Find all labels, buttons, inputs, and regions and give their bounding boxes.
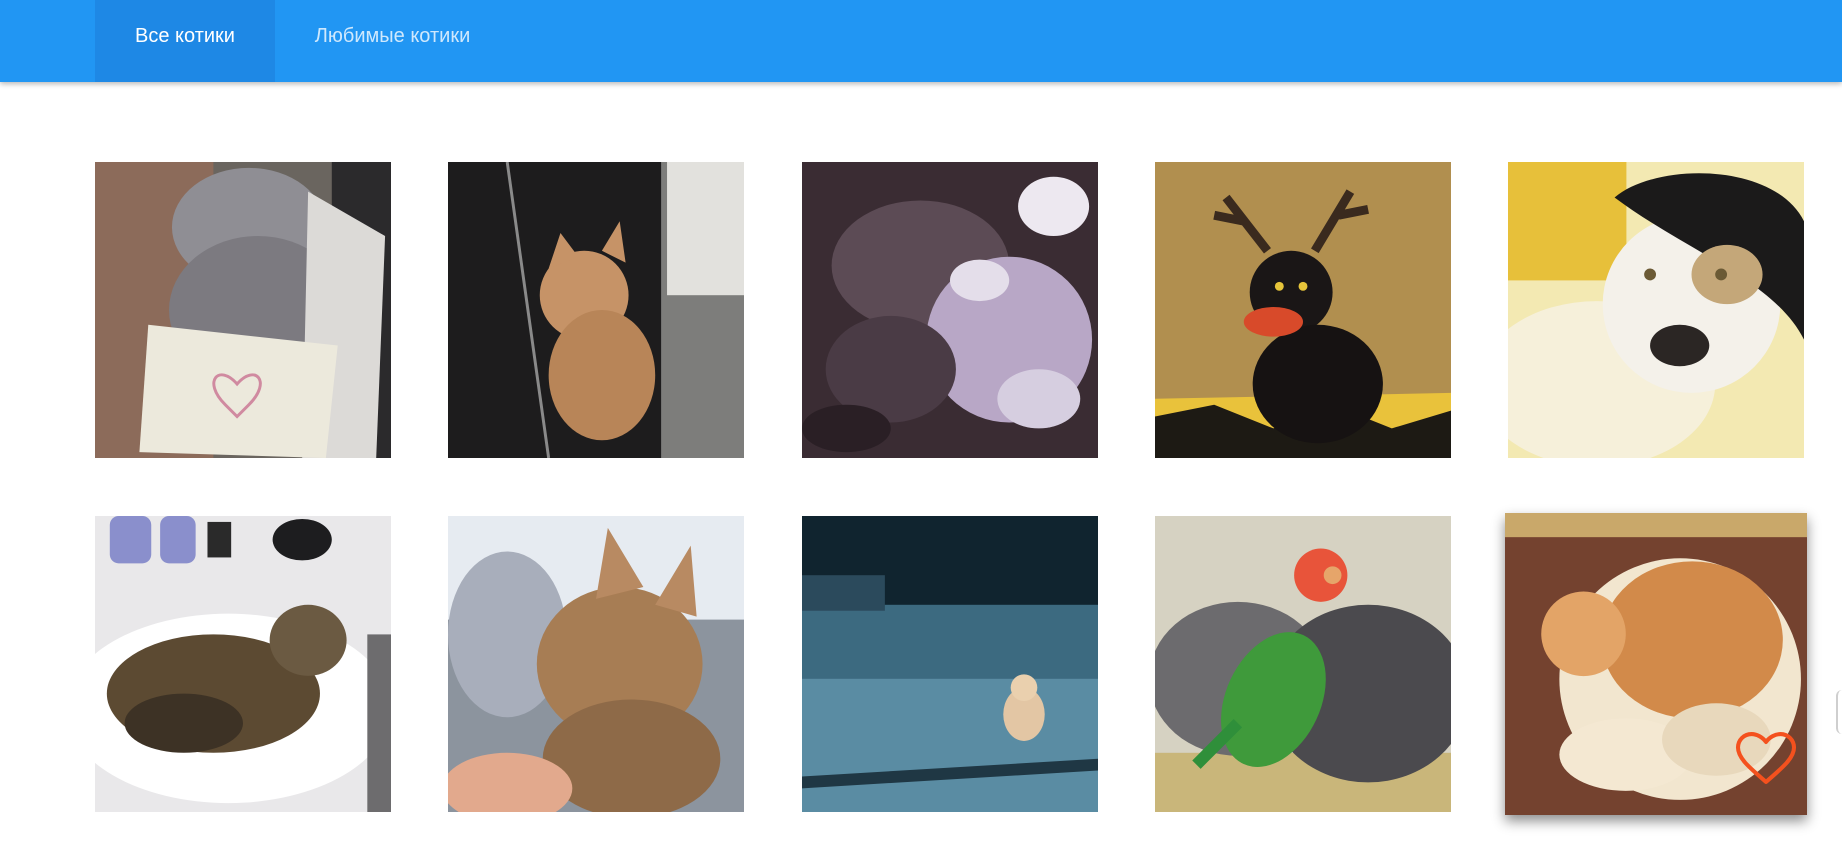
scroll-edge	[1836, 690, 1842, 734]
cat-card-5[interactable]	[1508, 162, 1804, 458]
cat-card-1[interactable]	[95, 162, 391, 458]
cat-photo	[1508, 162, 1804, 458]
cat-photo	[802, 162, 1098, 458]
cat-photo	[802, 516, 1098, 812]
cat-card-9[interactable]	[1155, 516, 1451, 812]
cat-card-10[interactable]	[1505, 513, 1807, 815]
cat-card-6[interactable]	[95, 516, 391, 812]
cat-photo	[1155, 162, 1451, 458]
cat-card-4[interactable]	[1155, 162, 1451, 458]
cat-card-8[interactable]	[802, 516, 1098, 812]
tab-favorite-cats[interactable]: Любимые котики	[275, 0, 510, 82]
cat-photo	[95, 162, 391, 458]
cat-photo	[448, 162, 744, 458]
cat-card-2[interactable]	[448, 162, 744, 458]
cat-photo	[1155, 516, 1451, 812]
cat-card-3[interactable]	[802, 162, 1098, 458]
cat-photo	[95, 516, 391, 812]
favorite-heart-icon[interactable]	[1735, 731, 1797, 787]
cat-photo	[448, 516, 744, 812]
top-navbar: Все котики Любимые котики	[0, 0, 1842, 82]
cat-card-7[interactable]	[448, 516, 744, 812]
tab-all-cats[interactable]: Все котики	[95, 0, 275, 82]
